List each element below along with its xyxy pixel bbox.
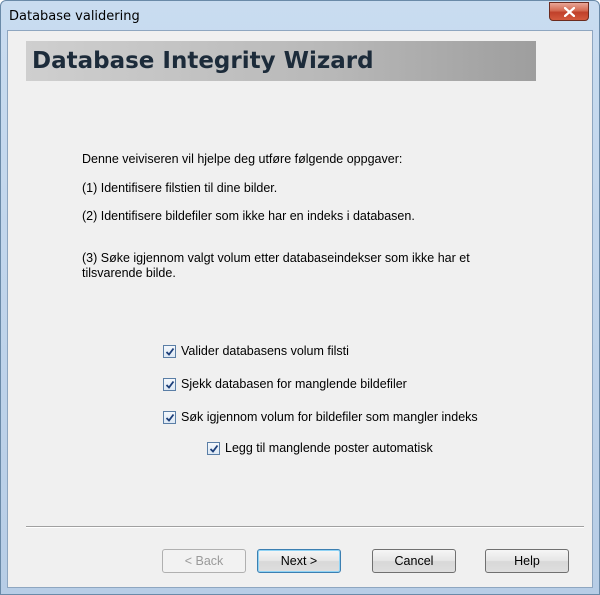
checkbox-validate-volume-path[interactable]	[163, 344, 176, 358]
next-button[interactable]: Next >	[257, 549, 341, 573]
checkmark-icon	[165, 413, 175, 422]
option-check-missing-images[interactable]: Sjekk databasen for manglende bildefiler	[163, 375, 407, 393]
option-validate-volume-path[interactable]: Valider databasens volum filsti	[163, 342, 349, 360]
checkbox-scan-volume-unindexed[interactable]	[163, 410, 176, 424]
window-title: Database validering	[9, 9, 140, 24]
option-label: Valider databasens volum filsti	[181, 344, 349, 358]
wizard-title: Database Integrity Wizard	[32, 48, 374, 74]
title-bar[interactable]: Database validering	[1, 1, 599, 31]
wizard-banner: Database Integrity Wizard	[26, 41, 536, 81]
close-icon	[564, 7, 575, 17]
close-button[interactable]	[549, 2, 589, 21]
step2-text: (2) Identifisere bildefiler som ikke har…	[82, 209, 415, 223]
button-separator	[26, 526, 584, 528]
step3-text: (3) Søke igjennom valgt volum etter data…	[82, 251, 470, 280]
checkmark-icon	[165, 347, 175, 356]
checkmark-icon	[165, 380, 175, 389]
checkbox-check-missing-images[interactable]	[163, 377, 176, 391]
step1-text: (1) Identifisere filstien til dine bilde…	[82, 181, 278, 195]
intro-text: Denne veiviseren vil hjelpe deg utføre f…	[82, 152, 403, 166]
option-label: Søk igjennom volum for bildefiler som ma…	[181, 410, 478, 424]
option-label: Sjekk databasen for manglende bildefiler	[181, 377, 407, 391]
option-scan-volume-unindexed[interactable]: Søk igjennom volum for bildefiler som ma…	[163, 408, 478, 426]
help-button[interactable]: Help	[485, 549, 569, 573]
option-label: Legg til manglende poster automatisk	[225, 441, 433, 455]
checkmark-icon	[209, 444, 219, 453]
option-auto-add-missing[interactable]: Legg til manglende poster automatisk	[207, 439, 433, 457]
cancel-button[interactable]: Cancel	[372, 549, 456, 573]
dialog-client-area	[7, 30, 593, 588]
checkbox-auto-add-missing[interactable]	[207, 441, 220, 455]
back-button[interactable]: < Back	[162, 549, 246, 573]
